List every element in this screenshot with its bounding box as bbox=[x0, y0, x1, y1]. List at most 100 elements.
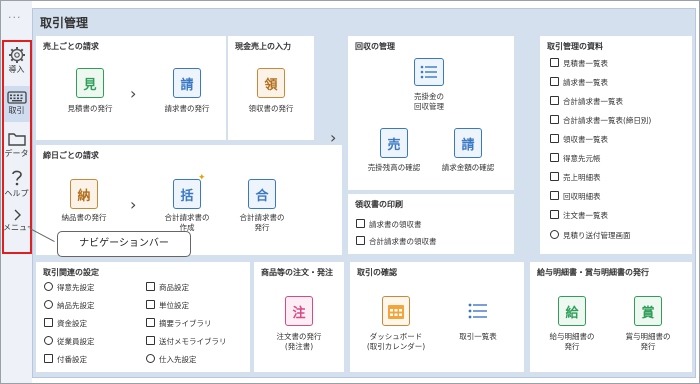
document-icon bbox=[550, 210, 559, 219]
material-item[interactable]: 売上明細表 bbox=[550, 172, 601, 183]
document-icon bbox=[550, 58, 559, 67]
card-payroll: 給与明細書・賞与明細書の発行 給 給与明細書の 発行 賞 賞与明細書の 発行 bbox=[530, 262, 692, 372]
card-title: 締日ごとの請求 bbox=[43, 151, 99, 160]
material-item[interactable]: 合計請求書一覧表 bbox=[550, 96, 623, 107]
estimate-issue-label[interactable]: 見積書の発行 bbox=[50, 104, 130, 114]
salary-slip-label-1[interactable]: 給与明細書の bbox=[532, 332, 612, 342]
product-icon bbox=[146, 282, 155, 291]
salary-slip-label-2[interactable]: 発行 bbox=[532, 342, 612, 352]
material-item[interactable]: 見積り送付管理画面 bbox=[550, 230, 631, 241]
sparkle-icon: ✦ bbox=[198, 173, 206, 183]
sales-balance-label[interactable]: 売掛残高の確認 bbox=[354, 163, 434, 173]
page-title: 取引管理 bbox=[40, 16, 89, 30]
billing-amount-label[interactable]: 請求金額の確認 bbox=[428, 163, 508, 173]
material-item[interactable]: 合計請求書一覧表(締日別) bbox=[550, 115, 651, 126]
settings-item[interactable]: 送付メモライブラリ bbox=[146, 336, 227, 347]
card-title: 回収の管理 bbox=[355, 42, 395, 51]
settings-item[interactable]: 付番設定 bbox=[44, 354, 87, 365]
delivery-note-icon[interactable]: 納 bbox=[70, 179, 98, 209]
card-title: 売上ごとの請求 bbox=[43, 42, 99, 51]
receipt-print-item[interactable]: 請求書の領収書 bbox=[356, 219, 422, 230]
material-item[interactable]: 注文書一覧表 bbox=[550, 210, 608, 221]
bonus-slip-label-1[interactable]: 賞与明細書の bbox=[608, 332, 688, 342]
person-icon bbox=[44, 282, 53, 291]
document-icon bbox=[550, 134, 559, 143]
settings-item[interactable]: 商品設定 bbox=[146, 282, 189, 293]
order-icon[interactable]: 注 bbox=[285, 296, 313, 326]
material-item[interactable]: 見積書一覧表 bbox=[550, 58, 608, 69]
card-collection: 回収の管理 売掛金の 回収管理 売 売掛残高の確認 請 請求金額の確認 bbox=[348, 36, 514, 190]
list-lines-icon bbox=[420, 65, 437, 79]
document-icon bbox=[550, 191, 559, 200]
receipt-issue-label[interactable]: 領収書の発行 bbox=[231, 104, 311, 114]
card-title: 現金売上の入力 bbox=[235, 42, 291, 51]
delivery-note-issue-label[interactable]: 納品書の発行 bbox=[44, 213, 124, 223]
settings-item[interactable]: 得意先設定 bbox=[44, 282, 95, 293]
card-title: 取引関連の設定 bbox=[43, 268, 99, 277]
material-item[interactable]: 領収書一覧表 bbox=[550, 134, 608, 145]
card-title: 取引の確認 bbox=[357, 268, 397, 277]
bonus-slip-icon[interactable]: 賞 bbox=[634, 296, 662, 326]
card-receipt-print: 領収書の印刷 請求書の領収書 合計請求書の領収書 bbox=[348, 194, 514, 254]
material-item[interactable]: 請求書一覧表 bbox=[550, 77, 608, 88]
summary-invoice-issue-label-1[interactable]: 合計請求書の bbox=[222, 213, 302, 223]
unit-icon bbox=[146, 300, 155, 309]
estimate-icon[interactable]: 見 bbox=[76, 68, 104, 98]
person-icon bbox=[146, 354, 155, 363]
chevron-right-icon: › bbox=[130, 84, 137, 103]
receivable-collection-label-2[interactable]: 回収管理 bbox=[389, 102, 469, 112]
order-issue-label-2[interactable]: (発注書) bbox=[259, 342, 339, 352]
sales-balance-icon[interactable]: 売 bbox=[380, 128, 408, 158]
summary-invoice-issue-icon[interactable]: 合 bbox=[248, 179, 276, 209]
bank-icon bbox=[44, 318, 53, 327]
calendar-grid-icon bbox=[388, 305, 404, 319]
employees-icon bbox=[44, 336, 53, 345]
card-settings: 取引関連の設定 得意先設定 納品先設定 資金設定 従業員設定 付番設定 商品設定… bbox=[36, 262, 250, 372]
settings-item[interactable]: 資金設定 bbox=[44, 318, 87, 329]
card-cash-sales: 現金売上の入力 領 領収書の発行 bbox=[228, 36, 314, 140]
receipt-icon[interactable]: 領 bbox=[257, 68, 285, 98]
ledger-icon bbox=[550, 153, 559, 162]
material-item[interactable]: 回収明細表 bbox=[550, 191, 601, 202]
document-icon bbox=[550, 77, 559, 86]
document-icon bbox=[356, 236, 365, 245]
more-icon[interactable]: ··· bbox=[8, 11, 22, 24]
dashboard-label-2[interactable]: (取引カレンダー) bbox=[356, 342, 436, 352]
upload-icon bbox=[550, 230, 559, 239]
order-issue-label-1[interactable]: 注文書の発行 bbox=[259, 332, 339, 342]
card-title: 給与明細書・賞与明細書の発行 bbox=[537, 268, 649, 277]
settings-item[interactable]: 仕入先設定 bbox=[146, 354, 197, 365]
calendar-icon[interactable] bbox=[382, 296, 410, 326]
bonus-slip-label-2[interactable]: 発行 bbox=[608, 342, 688, 352]
navigation-highlight-box bbox=[2, 40, 32, 254]
transaction-list-icon[interactable] bbox=[464, 296, 492, 326]
card-orders: 商品等の注文・発注 注 注文書の発行 (発注書) bbox=[254, 262, 344, 372]
billing-amount-icon[interactable]: 請 bbox=[454, 128, 482, 158]
receivable-collection-label-1[interactable]: 売掛金の bbox=[389, 92, 469, 102]
summary-invoice-create-icon[interactable]: 括 bbox=[173, 179, 201, 209]
dashboard-label-1[interactable]: ダッシュボード bbox=[356, 332, 436, 342]
document-icon bbox=[550, 172, 559, 181]
numbering-icon bbox=[44, 354, 53, 363]
person-icon bbox=[44, 300, 53, 309]
settings-item[interactable]: 従業員設定 bbox=[44, 336, 95, 347]
salary-slip-icon[interactable]: 給 bbox=[558, 296, 586, 326]
summary-invoice-issue-label-2[interactable]: 発行 bbox=[222, 223, 302, 233]
material-item[interactable]: 得意先元帳 bbox=[550, 153, 601, 164]
settings-item[interactable]: 納品先設定 bbox=[44, 300, 95, 311]
chevron-right-icon: › bbox=[130, 195, 137, 214]
document-icon bbox=[550, 115, 559, 124]
settings-item[interactable]: 単位設定 bbox=[146, 300, 189, 311]
list-icon[interactable] bbox=[414, 58, 444, 86]
card-title: 商品等の注文・発注 bbox=[261, 268, 333, 277]
card-transaction-check: 取引の確認 ダッシュボード (取引カレンダー) 取引一覧表 bbox=[350, 262, 524, 372]
settings-item[interactable]: 摘要ライブラリ bbox=[146, 318, 212, 329]
list-lines-icon bbox=[468, 303, 487, 319]
transaction-list-label[interactable]: 取引一覧表 bbox=[438, 332, 518, 342]
card-title: 取引管理の資料 bbox=[547, 42, 603, 51]
receipt-print-item[interactable]: 合計請求書の領収書 bbox=[356, 236, 437, 247]
summary-invoice-create-label-1[interactable]: 合計請求書の bbox=[147, 213, 227, 223]
invoice-icon[interactable]: 請 bbox=[173, 68, 201, 98]
invoice-issue-label[interactable]: 請求書の発行 bbox=[147, 104, 227, 114]
book-icon bbox=[146, 318, 155, 327]
